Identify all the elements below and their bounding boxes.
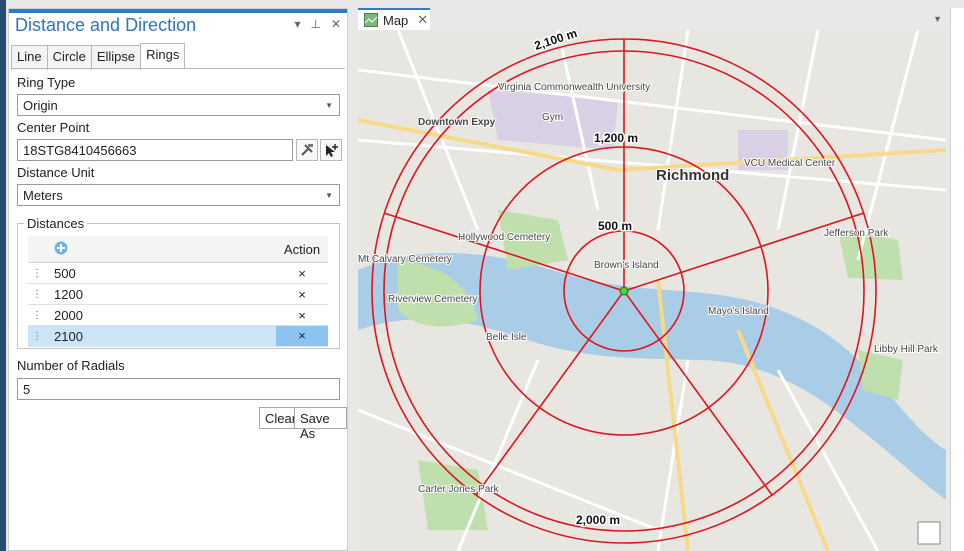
place-label: Gym [542, 112, 563, 123]
ring-label-2000: 2,000 m [576, 513, 620, 527]
pane-menu-icon[interactable]: ▾ [294, 17, 300, 31]
tab-map[interactable]: Map ✕ [358, 8, 430, 30]
place-label: Carter Jones Park [418, 484, 500, 495]
place-label: Mayo's Island [708, 306, 769, 317]
map-view[interactable]: 2,100 m 1,200 m 500 m 2,000 m Richmond V… [358, 30, 946, 551]
place-label: Riverview Cemetery [388, 294, 477, 305]
delete-row-button[interactable]: × [276, 308, 328, 323]
place-label: Libby Hill Park [874, 344, 939, 355]
distance-value[interactable]: 2000 [46, 308, 276, 323]
distance-unit-select[interactable]: Meters ▼ [17, 184, 340, 206]
place-label: Brown's Island [594, 260, 659, 271]
chevron-down-icon: ▼ [325, 101, 333, 110]
chevron-down-icon: ▼ [325, 191, 333, 200]
ring-type-label: Ring Type [17, 75, 76, 90]
ring-label-500: 500 m [598, 219, 632, 233]
place-label: Mt Calvary Cemetery [358, 254, 452, 265]
distance-value[interactable]: 500 [46, 266, 276, 281]
distance-value[interactable]: 1200 [46, 287, 276, 302]
chevron-down-icon[interactable]: ▼ [933, 14, 942, 24]
radials-value: 5 [23, 382, 31, 397]
distances-label: Distances [24, 216, 88, 231]
drag-handle-icon[interactable]: ⋮ [28, 268, 46, 279]
add-row-button[interactable] [46, 241, 276, 258]
table-row[interactable]: ⋮ 1200 × [28, 284, 328, 305]
table-header: Action [28, 236, 328, 263]
delete-row-button[interactable]: × [276, 266, 328, 281]
map-tab-label: Map [383, 12, 409, 28]
close-icon[interactable]: ✕ [417, 12, 428, 28]
map-canvas[interactable]: 2,100 m 1,200 m 500 m 2,000 m Richmond V… [358, 30, 946, 551]
place-label: Downtown Expy [418, 117, 496, 128]
distance-value[interactable]: 2100 [46, 329, 276, 344]
center-point-input[interactable]: 18STG8410456663 [17, 139, 293, 161]
distance-direction-pane: Distance and Direction ▾ ⊥ ✕ Line Circle… [8, 8, 348, 551]
radials-label: Number of Radials [17, 358, 125, 373]
table-row[interactable]: ⋮ 2000 × [28, 305, 328, 326]
wrench-hammer-icon [301, 144, 313, 156]
place-label: Virginia Commonwealth University [498, 82, 650, 93]
right-side-pane [950, 8, 964, 551]
pane-close-icon[interactable]: ✕ [331, 17, 341, 31]
ring-type-select[interactable]: Origin ▼ [17, 94, 340, 116]
tab-circle[interactable]: Circle [46, 45, 92, 70]
cursor-add-icon [326, 144, 338, 157]
table-row[interactable]: ⋮ 500 × [28, 263, 328, 284]
center-point-value: 18STG8410456663 [23, 143, 137, 158]
drag-handle-icon[interactable]: ⋮ [28, 289, 46, 300]
tab-rings[interactable]: Rings [140, 43, 186, 68]
place-label: VCU Medical Center [744, 158, 836, 169]
ring-label-1200: 1,200 m [594, 131, 638, 145]
drag-handle-icon[interactable]: ⋮ [28, 331, 46, 342]
center-point-marker[interactable] [619, 286, 629, 296]
table-row-selected[interactable]: ⋮ 2100 × [28, 326, 328, 347]
park-area [418, 460, 488, 530]
distances-table: Action ⋮ 500 × ⋮ 1200 × ⋮ 2000 × ⋮ 2100 … [28, 236, 328, 347]
pane-title: Distance and Direction [15, 15, 197, 35]
tool-tabs: Line Circle Ellipse Rings [11, 43, 186, 70]
app-edge [0, 0, 6, 551]
action-header: Action [283, 241, 321, 257]
delete-row-button[interactable]: × [276, 326, 328, 346]
center-point-label: Center Point [17, 120, 90, 135]
map-legend-button[interactable] [917, 521, 941, 545]
pane-pin-icon[interactable]: ⊥ [310, 17, 320, 31]
map-tool-button[interactable] [296, 139, 318, 161]
pane-accent-bar [9, 9, 347, 13]
add-circle-icon [54, 241, 68, 254]
place-label: Hollywood Cemetery [458, 232, 550, 243]
distance-unit-value: Meters [23, 188, 63, 203]
ring-type-value: Origin [23, 98, 58, 113]
place-label: Belle Isle [486, 332, 527, 343]
tab-line[interactable]: Line [11, 45, 48, 70]
drag-handle-icon[interactable]: ⋮ [28, 310, 46, 321]
add-point-button[interactable] [320, 139, 342, 161]
distance-unit-label: Distance Unit [17, 165, 95, 180]
delete-row-button[interactable]: × [276, 287, 328, 302]
city-label: Richmond [656, 167, 729, 184]
save-as-button[interactable]: Save As [294, 407, 347, 441]
map-icon [364, 13, 378, 27]
tab-ellipse[interactable]: Ellipse [90, 45, 142, 70]
place-label: Jefferson Park [824, 228, 889, 239]
distances-group: Distances Action ⋮ 500 × ⋮ 1200 × ⋮ 2000… [17, 216, 340, 349]
rings-tab-body: Ring Type Origin ▼ Center Point 18STG841… [11, 68, 345, 550]
radials-input[interactable]: 5 [17, 378, 340, 400]
